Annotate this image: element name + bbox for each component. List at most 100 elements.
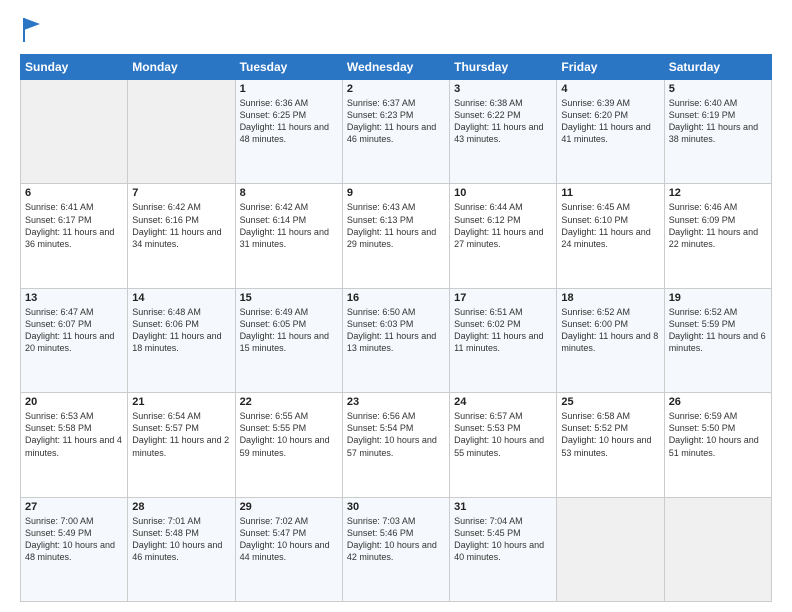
day-number: 14: [132, 292, 230, 304]
cell-info: Sunrise: 6:59 AMSunset: 5:50 PMDaylight:…: [669, 411, 759, 457]
day-number: 25: [561, 396, 659, 408]
header: [20, 16, 772, 44]
calendar-week-row: 1 Sunrise: 6:36 AMSunset: 6:25 PMDaylight…: [21, 80, 772, 184]
calendar-cell: 5 Sunrise: 6:40 AMSunset: 6:19 PMDaylight…: [664, 80, 771, 184]
cell-info: Sunrise: 6:39 AMSunset: 6:20 PMDaylight:…: [561, 98, 650, 144]
cell-info: Sunrise: 6:44 AMSunset: 6:12 PMDaylight:…: [454, 202, 543, 248]
day-header-saturday: Saturday: [664, 55, 771, 80]
cell-info: Sunrise: 6:52 AMSunset: 5:59 PMDaylight:…: [669, 307, 766, 353]
day-number: 3: [454, 83, 552, 95]
cell-info: Sunrise: 6:41 AMSunset: 6:17 PMDaylight:…: [25, 202, 114, 248]
calendar-cell: 3 Sunrise: 6:38 AMSunset: 6:22 PMDaylight…: [450, 80, 557, 184]
calendar-week-row: 27 Sunrise: 7:00 AMSunset: 5:49 PMDayligh…: [21, 497, 772, 601]
day-header-sunday: Sunday: [21, 55, 128, 80]
calendar-cell: 23Sunrise: 6:56 AMSunset: 5:54 PMDayligh…: [342, 393, 449, 497]
calendar-cell: 13 Sunrise: 6:47 AMSunset: 6:07 PMDayligh…: [21, 288, 128, 392]
calendar-cell: 16 Sunrise: 6:50 AMSunset: 6:03 PMDayligh…: [342, 288, 449, 392]
day-number: 28: [132, 501, 230, 513]
calendar-cell: 29 Sunrise: 7:02 AMSunset: 5:47 PMDayligh…: [235, 497, 342, 601]
calendar-week-row: 13 Sunrise: 6:47 AMSunset: 6:07 PMDayligh…: [21, 288, 772, 392]
day-number: 19: [669, 292, 767, 304]
calendar-cell: 25 Sunrise: 6:58 AMSunset: 5:52 PMDayligh…: [557, 393, 664, 497]
cell-info: Sunrise: 7:03 AMSunset: 5:46 PMDaylight:…: [347, 516, 437, 562]
calendar-cell: [557, 497, 664, 601]
calendar-cell: 1 Sunrise: 6:36 AMSunset: 6:25 PMDaylight…: [235, 80, 342, 184]
cell-info: Sunrise: 6:42 AMSunset: 6:16 PMDaylight:…: [132, 202, 221, 248]
calendar-cell: 28 Sunrise: 7:01 AMSunset: 5:48 PMDayligh…: [128, 497, 235, 601]
cell-info: Sunrise: 6:40 AMSunset: 6:19 PMDaylight:…: [669, 98, 758, 144]
calendar-cell: 2 Sunrise: 6:37 AMSunset: 6:23 PMDaylight…: [342, 80, 449, 184]
cell-info: Sunrise: 6:45 AMSunset: 6:10 PMDaylight:…: [561, 202, 650, 248]
day-number: 5: [669, 83, 767, 95]
day-number: 27: [25, 501, 123, 513]
day-number: 22: [240, 396, 338, 408]
cell-info: Sunrise: 6:49 AMSunset: 6:05 PMDaylight:…: [240, 307, 329, 353]
calendar-cell: [664, 497, 771, 601]
day-number: 23: [347, 396, 445, 408]
calendar-cell: 31 Sunrise: 7:04 AMSunset: 5:45 PMDayligh…: [450, 497, 557, 601]
cell-info: Sunrise: 6:58 AMSunset: 5:52 PMDaylight:…: [561, 411, 651, 457]
cell-info: Sunrise: 6:42 AMSunset: 6:14 PMDaylight:…: [240, 202, 329, 248]
calendar-week-row: 6 Sunrise: 6:41 AMSunset: 6:17 PMDaylight…: [21, 184, 772, 288]
calendar-cell: 20 Sunrise: 6:53 AMSunset: 5:58 PMDayligh…: [21, 393, 128, 497]
day-number: 2: [347, 83, 445, 95]
logo-flag-icon: [22, 16, 42, 44]
day-number: 15: [240, 292, 338, 304]
calendar-cell: 30 Sunrise: 7:03 AMSunset: 5:46 PMDayligh…: [342, 497, 449, 601]
day-number: 9: [347, 187, 445, 199]
day-number: 21: [132, 396, 230, 408]
cell-info: Sunrise: 6:54 AMSunset: 5:57 PMDaylight:…: [132, 411, 229, 457]
calendar-cell: 22 Sunrise: 6:55 AMSunset: 5:55 PMDayligh…: [235, 393, 342, 497]
cell-info: Sunrise: 6:53 AMSunset: 5:58 PMDaylight:…: [25, 411, 122, 457]
day-number: 20: [25, 396, 123, 408]
calendar-page: SundayMondayTuesdayWednesdayThursdayFrid…: [0, 0, 792, 612]
day-number: 16: [347, 292, 445, 304]
day-header-friday: Friday: [557, 55, 664, 80]
calendar-table: SundayMondayTuesdayWednesdayThursdayFrid…: [20, 54, 772, 602]
calendar-header-row: SundayMondayTuesdayWednesdayThursdayFrid…: [21, 55, 772, 80]
cell-info: Sunrise: 6:55 AMSunset: 5:55 PMDaylight:…: [240, 411, 330, 457]
day-number: 29: [240, 501, 338, 513]
calendar-cell: 24Sunrise: 6:57 AMSunset: 5:53 PMDayligh…: [450, 393, 557, 497]
cell-info: Sunrise: 6:38 AMSunset: 6:22 PMDaylight:…: [454, 98, 543, 144]
calendar-cell: 12 Sunrise: 6:46 AMSunset: 6:09 PMDayligh…: [664, 184, 771, 288]
calendar-cell: 10 Sunrise: 6:44 AMSunset: 6:12 PMDayligh…: [450, 184, 557, 288]
calendar-cell: 7 Sunrise: 6:42 AMSunset: 6:16 PMDaylight…: [128, 184, 235, 288]
cell-info: Sunrise: 6:43 AMSunset: 6:13 PMDaylight:…: [347, 202, 436, 248]
day-number: 10: [454, 187, 552, 199]
cell-info: Sunrise: 6:57 AMSunset: 5:53 PMDaylight:…: [454, 411, 544, 457]
day-number: 6: [25, 187, 123, 199]
day-number: 17: [454, 292, 552, 304]
cell-info: Sunrise: 6:48 AMSunset: 6:06 PMDaylight:…: [132, 307, 221, 353]
cell-info: Sunrise: 6:37 AMSunset: 6:23 PMDaylight:…: [347, 98, 436, 144]
day-number: 13: [25, 292, 123, 304]
day-number: 30: [347, 501, 445, 513]
cell-info: Sunrise: 6:50 AMSunset: 6:03 PMDaylight:…: [347, 307, 436, 353]
calendar-cell: 18 Sunrise: 6:52 AMSunset: 6:00 PMDayligh…: [557, 288, 664, 392]
day-header-wednesday: Wednesday: [342, 55, 449, 80]
day-number: 7: [132, 187, 230, 199]
logo: [20, 16, 42, 44]
calendar-cell: 8Sunrise: 6:42 AMSunset: 6:14 PMDaylight…: [235, 184, 342, 288]
cell-info: Sunrise: 6:46 AMSunset: 6:09 PMDaylight:…: [669, 202, 758, 248]
day-header-thursday: Thursday: [450, 55, 557, 80]
calendar-cell: 11Sunrise: 6:45 AMSunset: 6:10 PMDayligh…: [557, 184, 664, 288]
day-number: 4: [561, 83, 659, 95]
day-number: 12: [669, 187, 767, 199]
day-number: 1: [240, 83, 338, 95]
calendar-cell: [128, 80, 235, 184]
cell-info: Sunrise: 6:47 AMSunset: 6:07 PMDaylight:…: [25, 307, 114, 353]
day-number: 18: [561, 292, 659, 304]
cell-info: Sunrise: 6:51 AMSunset: 6:02 PMDaylight:…: [454, 307, 543, 353]
cell-info: Sunrise: 7:00 AMSunset: 5:49 PMDaylight:…: [25, 516, 115, 562]
cell-info: Sunrise: 7:01 AMSunset: 5:48 PMDaylight:…: [132, 516, 222, 562]
day-header-monday: Monday: [128, 55, 235, 80]
calendar-cell: 19 Sunrise: 6:52 AMSunset: 5:59 PMDayligh…: [664, 288, 771, 392]
cell-info: Sunrise: 7:02 AMSunset: 5:47 PMDaylight:…: [240, 516, 330, 562]
cell-info: Sunrise: 6:36 AMSunset: 6:25 PMDaylight:…: [240, 98, 329, 144]
day-number: 31: [454, 501, 552, 513]
cell-info: Sunrise: 7:04 AMSunset: 5:45 PMDaylight:…: [454, 516, 544, 562]
calendar-cell: 15 Sunrise: 6:49 AMSunset: 6:05 PMDayligh…: [235, 288, 342, 392]
cell-info: Sunrise: 6:52 AMSunset: 6:00 PMDaylight:…: [561, 307, 658, 353]
calendar-cell: 9 Sunrise: 6:43 AMSunset: 6:13 PMDaylight…: [342, 184, 449, 288]
